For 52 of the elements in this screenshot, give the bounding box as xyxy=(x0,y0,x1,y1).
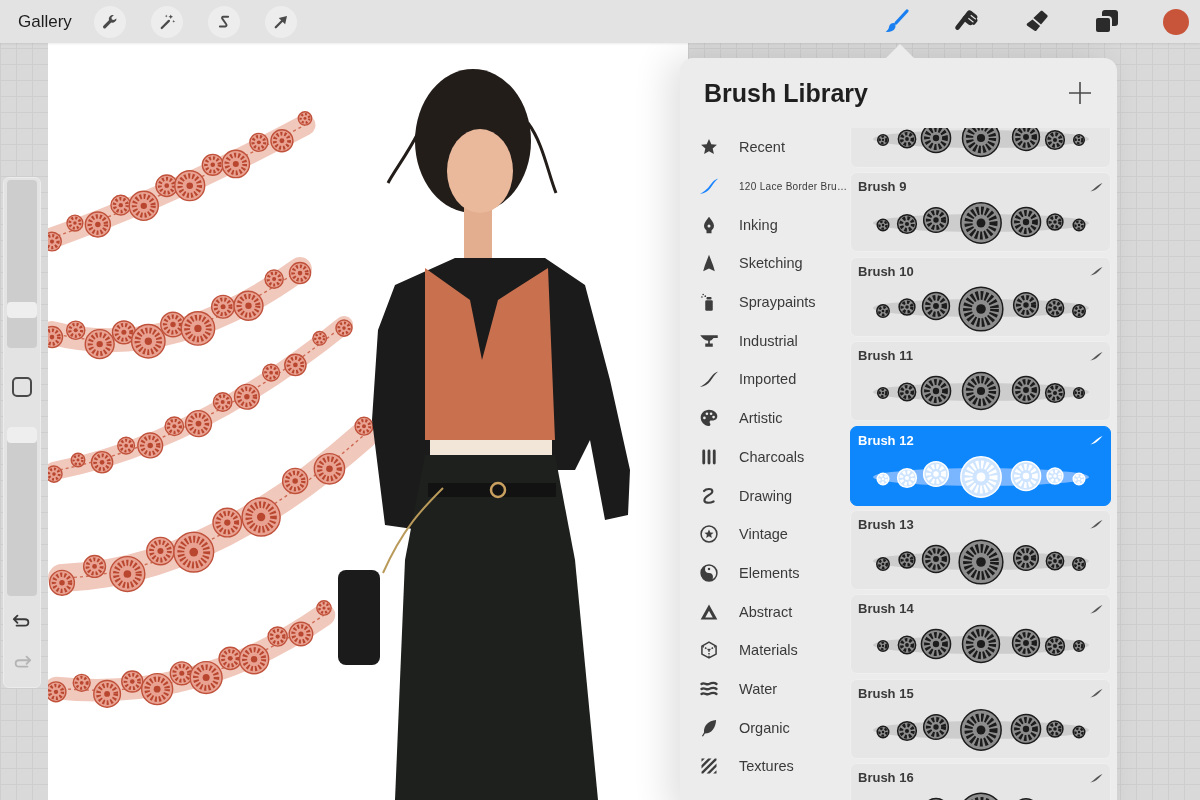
brush-stroke-icon xyxy=(1089,266,1103,277)
brush-card[interactable]: Brush 9 xyxy=(850,172,1111,253)
brush-card[interactable]: Brush 11 xyxy=(850,341,1111,422)
undo-button[interactable] xyxy=(12,614,32,629)
brush-size-slider[interactable] xyxy=(7,180,37,348)
category-item[interactable]: Vintage xyxy=(680,514,850,554)
gallery-button[interactable]: Gallery xyxy=(18,11,75,32)
category-item[interactable]: Industrial xyxy=(680,321,850,361)
magic-wand-icon xyxy=(158,12,176,31)
category-item[interactable]: Sketching xyxy=(680,244,850,283)
brush-card[interactable]: Brush 12 xyxy=(850,425,1111,506)
brush-stroke-icon xyxy=(1089,519,1103,530)
category-item[interactable]: Spraypaints xyxy=(680,282,850,322)
wrench-icon xyxy=(101,12,119,31)
redo-icon xyxy=(12,655,32,670)
category-item[interactable]: Organic xyxy=(680,708,850,747)
category-item[interactable]: 120 Lace Border Bru… xyxy=(680,166,850,206)
category-item[interactable]: Textures xyxy=(680,747,850,786)
color-swatch-icon[interactable] xyxy=(1163,8,1189,35)
undo-icon xyxy=(12,614,32,629)
category-item[interactable]: Imported xyxy=(680,360,850,399)
slider-thumb[interactable] xyxy=(7,301,37,318)
wrench-button[interactable] xyxy=(94,5,126,38)
brush-stroke-icon xyxy=(1089,603,1103,614)
brush-stroke-icon xyxy=(1089,772,1103,783)
opacity-slider[interactable] xyxy=(7,427,37,596)
brush-stroke-icon xyxy=(1089,688,1103,699)
panel-title: Brush Library xyxy=(704,78,868,108)
modifier-button[interactable] xyxy=(12,377,32,397)
brush-stroke-icon xyxy=(1089,181,1103,192)
category-item[interactable]: Water xyxy=(680,669,850,709)
brush-card[interactable]: Brush 16 xyxy=(850,763,1111,800)
category-item[interactable]: Inking xyxy=(680,205,850,245)
magic-wand-button[interactable] xyxy=(151,5,183,38)
arrow-button[interactable] xyxy=(265,5,297,38)
category-item[interactable]: Artistic xyxy=(680,398,850,438)
add-button[interactable] xyxy=(1068,81,1092,105)
category-item[interactable]: Recent xyxy=(680,128,850,167)
category-item[interactable]: Abstract xyxy=(680,592,850,631)
brush-card[interactable]: Brush 15 xyxy=(850,678,1111,759)
brush-card[interactable]: Brush 13 xyxy=(850,509,1111,590)
category-item[interactable]: Materials xyxy=(680,630,850,670)
selection-button[interactable] xyxy=(208,5,240,38)
plus-icon xyxy=(1068,81,1092,105)
slider-thumb[interactable] xyxy=(7,427,37,443)
category-item[interactable]: Elements xyxy=(680,553,850,593)
brush-card[interactable]: Brush 10 xyxy=(850,256,1111,337)
brush-stroke-icon xyxy=(1089,350,1103,361)
category-item[interactable]: Charcoals xyxy=(680,437,850,477)
brush-card[interactable]: Brush 14 xyxy=(850,594,1111,675)
brush-stroke-icon xyxy=(1089,435,1103,446)
category-item[interactable]: Drawing xyxy=(680,476,850,515)
